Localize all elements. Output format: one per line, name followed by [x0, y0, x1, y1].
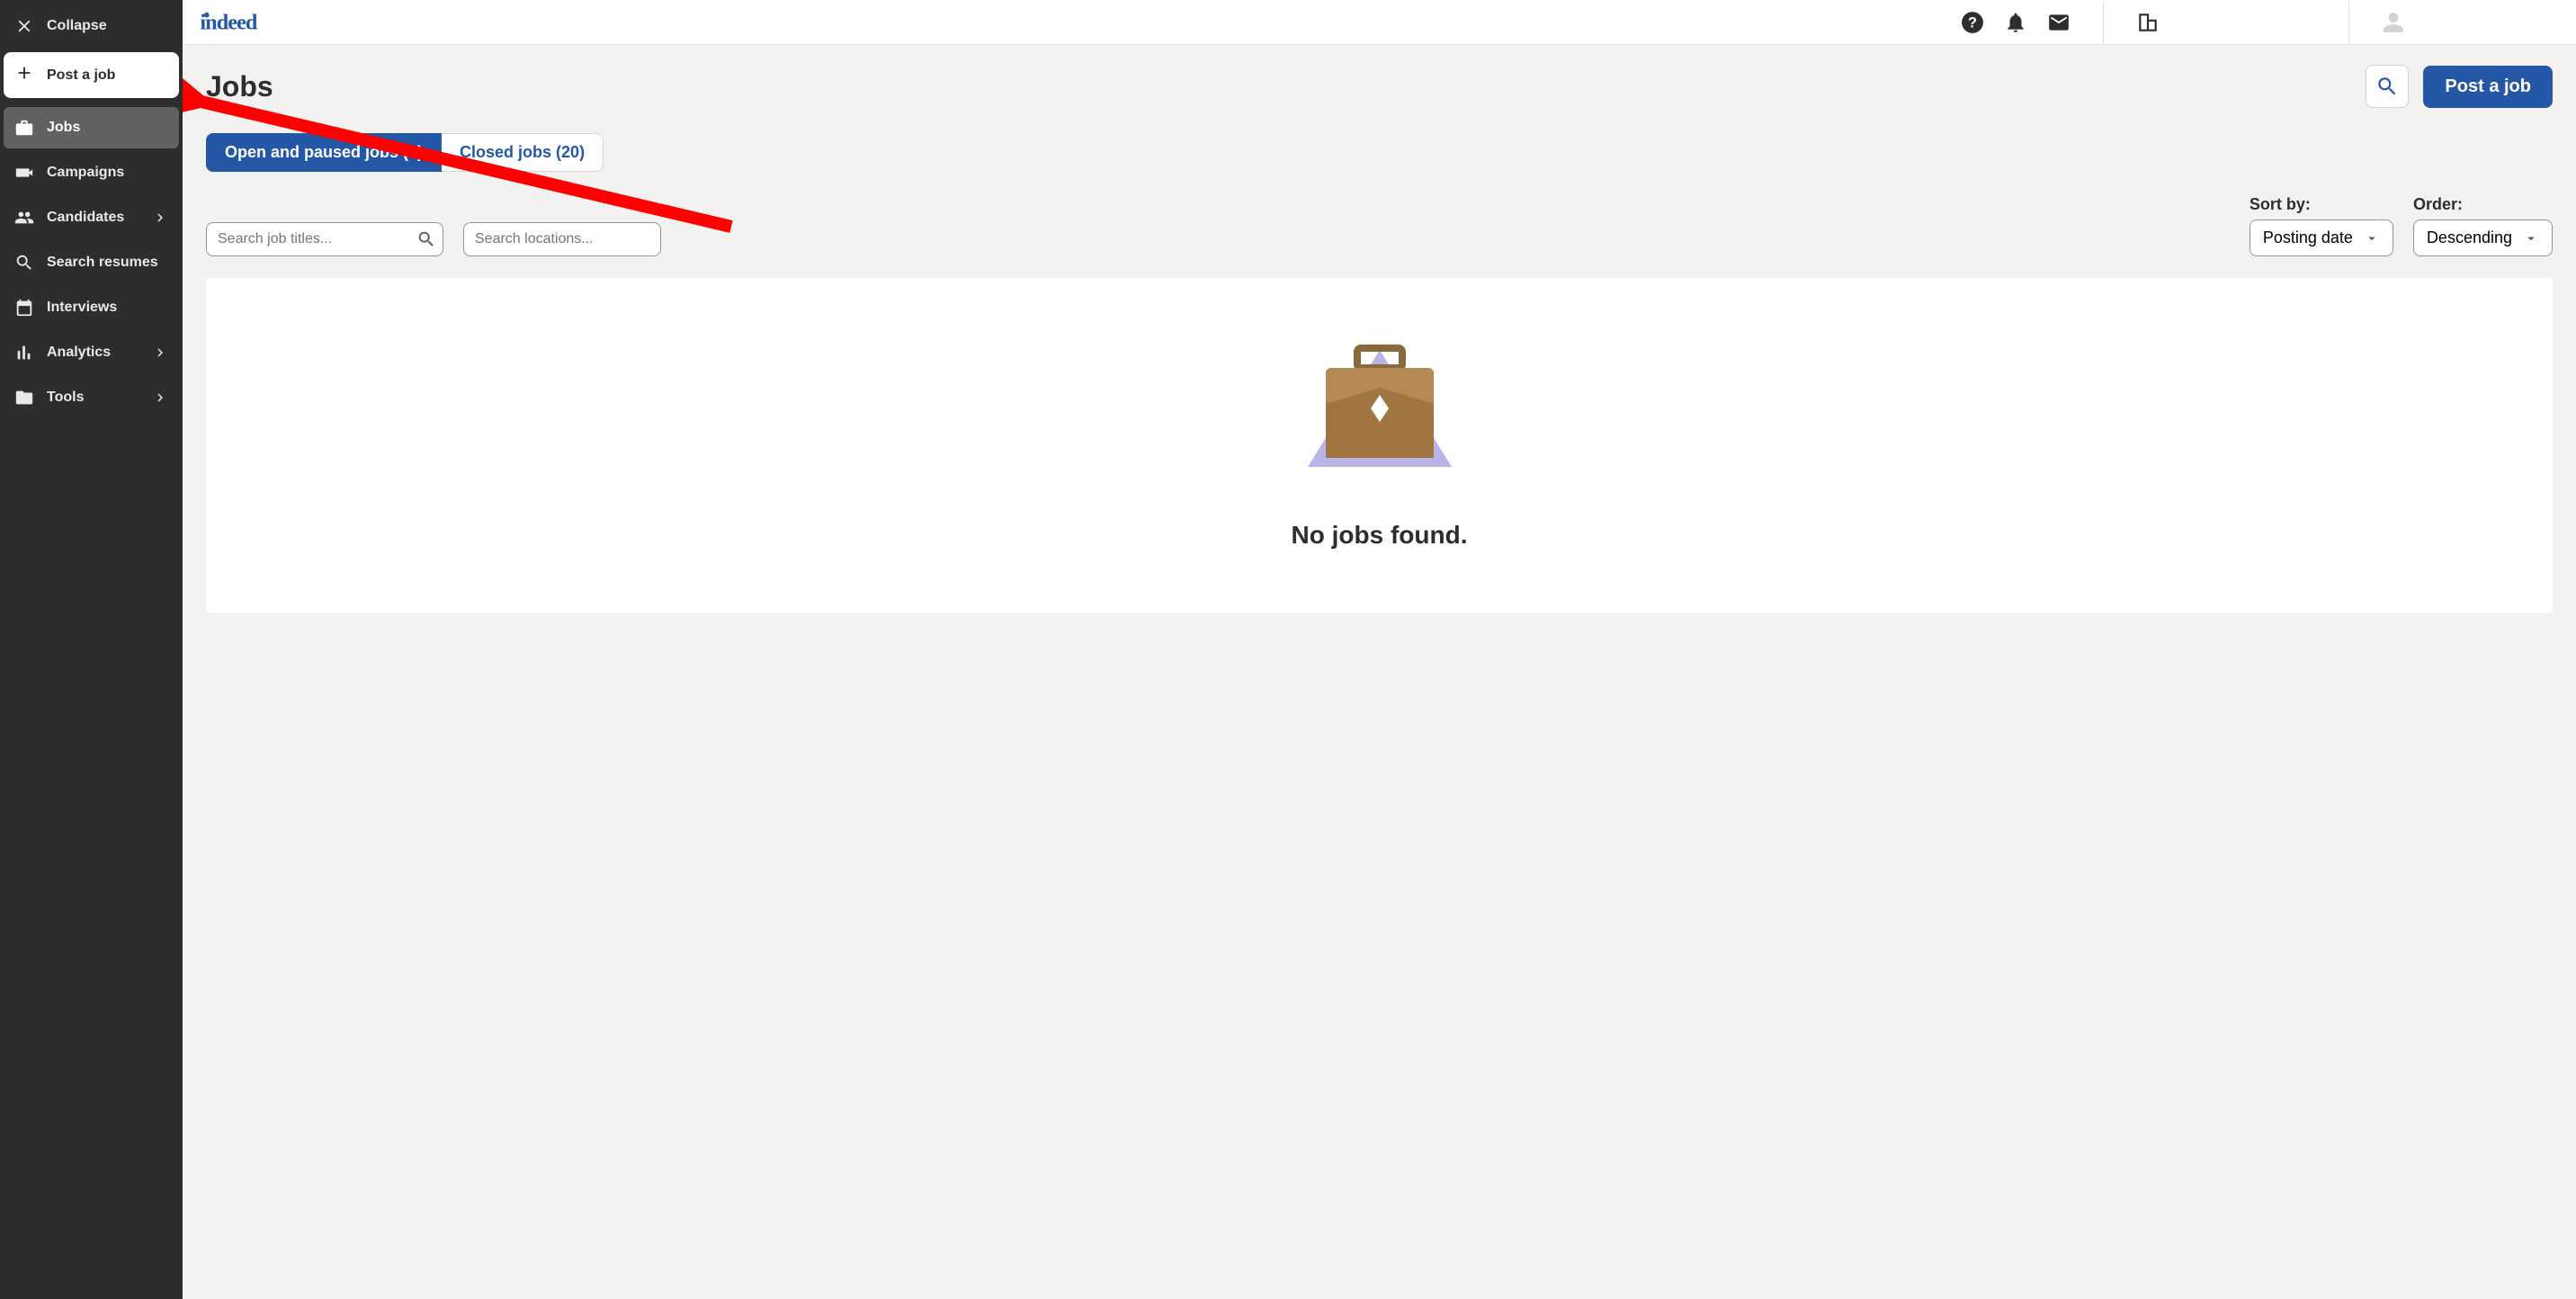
sidebar-item-label: Candidates — [47, 210, 124, 226]
sidebar-item-tools[interactable]: Tools — [4, 377, 179, 418]
company-subtext-redacted — [2169, 24, 2312, 37]
sidebar-item-jobs[interactable]: Jobs — [4, 107, 179, 148]
content: Jobs Post a job Open and paused jobs (0)… — [183, 45, 2576, 1299]
post-job-button[interactable]: Post a job — [2423, 66, 2553, 108]
sidebar-item-interviews[interactable]: Interviews — [4, 287, 179, 328]
sort-by-select[interactable]: Posting date — [2250, 219, 2393, 256]
search-titles-wrapper — [206, 222, 443, 256]
sidebar-item-label: Search resumes — [47, 255, 158, 271]
user-email-redacted — [2414, 16, 2549, 29]
sort-by-label: Sort by: — [2250, 195, 2393, 214]
order-group: Order: Descending — [2413, 195, 2553, 256]
user-menu[interactable] — [2382, 11, 2562, 34]
search-doc-icon — [14, 253, 34, 273]
order-value: Descending — [2427, 228, 2512, 247]
help-icon[interactable]: ? — [1961, 11, 1984, 34]
divider — [2103, 2, 2104, 43]
page-title: Jobs — [206, 70, 273, 103]
svg-text:?: ? — [1968, 14, 1977, 31]
order-label: Order: — [2413, 195, 2553, 214]
bars-icon — [14, 343, 34, 363]
sort-by-group: Sort by: Posting date — [2250, 195, 2393, 256]
sidebar-post-job-label: Post a job — [47, 67, 115, 84]
sidebar-collapse-label: Collapse — [47, 18, 107, 34]
person-icon — [2382, 11, 2405, 34]
search-icon — [2375, 75, 2399, 98]
sidebar-item-analytics[interactable]: Analytics — [4, 332, 179, 373]
sidebar-post-job-button[interactable]: Post a job — [4, 52, 179, 98]
search-icon — [416, 229, 436, 249]
chevron-right-icon — [152, 345, 168, 361]
company-name-redacted — [2169, 8, 2294, 21]
tabs: Open and paused jobs (0) Closed jobs (20… — [206, 133, 2553, 172]
calendar-icon — [14, 298, 34, 318]
sidebar-item-campaigns[interactable]: Campaigns — [4, 152, 179, 193]
tab-open-paused[interactable]: Open and paused jobs (0) — [206, 133, 442, 172]
sidebar-item-label: Tools — [47, 390, 84, 406]
search-jobs-button[interactable] — [2366, 65, 2409, 108]
building-icon — [2136, 11, 2160, 34]
sidebar-item-label: Interviews — [47, 300, 117, 316]
indeed-logo[interactable]: indeed — [197, 10, 287, 35]
main: indeed ? — [183, 0, 2576, 1299]
search-titles-input[interactable] — [206, 222, 443, 256]
mail-icon[interactable] — [2047, 11, 2071, 34]
topbar: indeed ? — [183, 0, 2576, 45]
search-locations-wrapper — [463, 222, 661, 256]
chevron-down-icon — [2364, 230, 2380, 246]
close-icon — [14, 16, 34, 36]
sidebar-item-label: Jobs — [47, 120, 80, 136]
topbar-icons: ? — [1961, 2, 2562, 43]
sidebar-item-label: Analytics — [47, 345, 111, 361]
sort-by-value: Posting date — [2263, 228, 2353, 247]
company-menu[interactable] — [2136, 8, 2316, 37]
megaphone-icon — [14, 163, 34, 183]
briefcase-illustration — [1254, 323, 1506, 494]
bell-icon[interactable] — [2004, 11, 2027, 34]
sidebar-item-search-resumes[interactable]: Search resumes — [4, 242, 179, 283]
empty-message: No jobs found. — [1292, 521, 1468, 550]
tab-closed[interactable]: Closed jobs (20) — [442, 133, 604, 172]
plus-icon — [14, 63, 34, 87]
sidebar-item-candidates[interactable]: Candidates — [4, 197, 179, 238]
chevron-right-icon — [152, 390, 168, 406]
sidebar-collapse[interactable]: Collapse — [4, 5, 179, 47]
search-locations-input[interactable] — [463, 222, 661, 256]
content-header: Jobs Post a job — [206, 65, 2553, 108]
people-icon — [14, 208, 34, 228]
chevron-down-icon — [2523, 230, 2539, 246]
order-select[interactable]: Descending — [2413, 219, 2553, 256]
sidebar-item-label: Campaigns — [47, 165, 124, 181]
sidebar: Collapse Post a job Jobs Campaigns Candi… — [0, 0, 183, 1299]
chevron-right-icon — [152, 210, 168, 226]
briefcase-icon — [14, 118, 34, 138]
folder-icon — [14, 388, 34, 408]
filter-row: Sort by: Posting date Order: Descending — [206, 195, 2553, 256]
empty-state: No jobs found. — [206, 278, 2553, 613]
divider — [2348, 2, 2349, 43]
